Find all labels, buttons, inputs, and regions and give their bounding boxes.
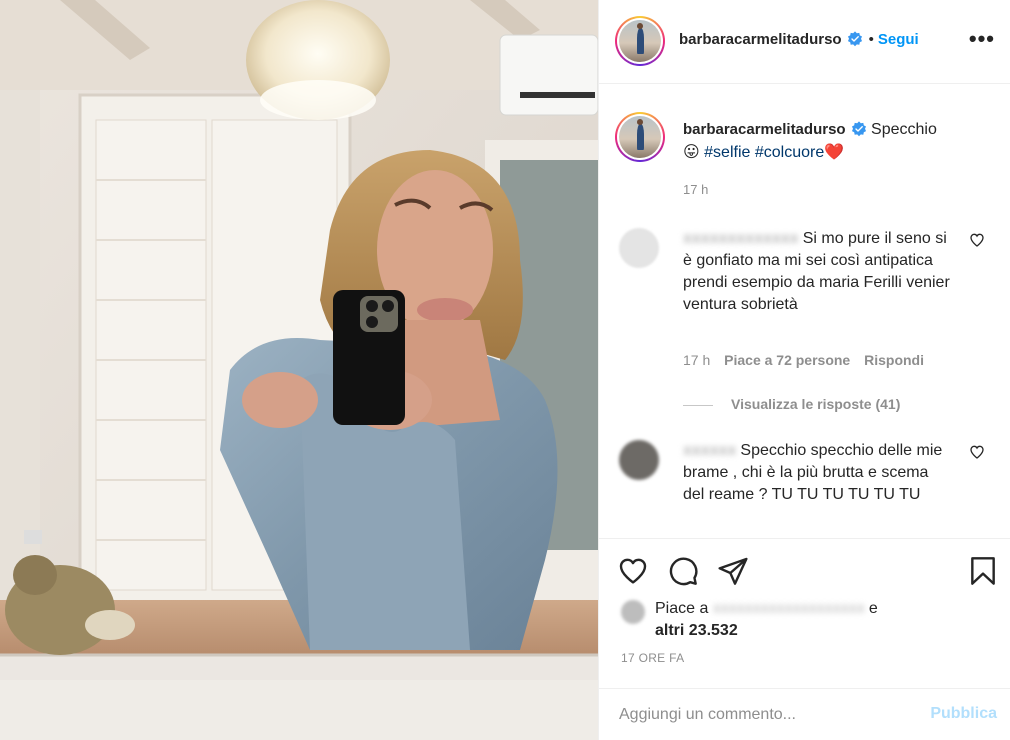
actions-divider bbox=[599, 538, 1010, 539]
likes-count[interactable]: altri 23.532 bbox=[655, 622, 738, 639]
post-photo bbox=[0, 0, 598, 740]
comment-text-block: xxxxxxxxxxxxx Si mo pure il seno si è gon… bbox=[683, 228, 953, 316]
view-replies-button[interactable]: Visualizza le risposte (41) bbox=[683, 396, 900, 412]
like-heart-icon[interactable] bbox=[617, 555, 649, 587]
liker-username[interactable]: xxxxxxxxxxxxxxxxxxx bbox=[713, 598, 865, 620]
caption-text: Specchio bbox=[871, 121, 937, 138]
likes-prefix: Piace a bbox=[655, 600, 709, 617]
mirror-selfie-image bbox=[0, 0, 598, 740]
comment-text-block: xxxxxx Specchio specchio delle mie brame … bbox=[683, 440, 953, 506]
comment-meta: 17 h Piace a 72 persone Rispondi bbox=[683, 352, 934, 368]
header-user-line: barbaracarmelitadurso • Segui bbox=[679, 31, 919, 49]
caption-text-block: barbaracarmelitadurso Specchio 😛 #selfie… bbox=[683, 118, 993, 201]
more-options-icon[interactable]: ••• bbox=[969, 28, 995, 50]
separator-dot: • bbox=[868, 31, 874, 48]
post-header: barbaracarmelitadurso • Segui ••• bbox=[599, 0, 1010, 84]
verified-badge-icon bbox=[847, 31, 862, 47]
reply-button[interactable]: Rispondi bbox=[864, 352, 924, 368]
comment-username[interactable]: xxxxxxxxxxxxx bbox=[683, 228, 799, 250]
author-avatar[interactable] bbox=[615, 16, 665, 66]
bookmark-icon[interactable] bbox=[967, 555, 999, 587]
caption-time: 17 h bbox=[683, 182, 709, 197]
caption-avatar[interactable] bbox=[615, 112, 665, 162]
likes-text: Piace a xxxxxxxxxxxxxxxxxxx e altri 23.53… bbox=[655, 598, 975, 642]
comment-input[interactable] bbox=[619, 703, 909, 727]
comment-avatar[interactable] bbox=[619, 228, 659, 268]
comment-icon[interactable] bbox=[667, 555, 699, 587]
comment-avatar[interactable] bbox=[619, 440, 659, 480]
post-details-panel: barbaracarmelitadurso • Segui ••• barbarac… bbox=[598, 0, 1010, 740]
caption-emoji: 😛 bbox=[683, 144, 700, 161]
publish-button[interactable]: Pubblica bbox=[930, 705, 997, 723]
comment-username[interactable]: xxxxxx bbox=[683, 440, 736, 462]
caption-heart-emoji: ❤️ bbox=[824, 144, 845, 161]
header-username[interactable]: barbaracarmelitadurso bbox=[679, 31, 842, 48]
comment-time: 17 h bbox=[683, 352, 711, 368]
follow-button[interactable]: Segui bbox=[878, 31, 919, 48]
share-icon[interactable] bbox=[717, 555, 749, 587]
heart-outline-icon[interactable] bbox=[969, 232, 985, 248]
post-date[interactable]: 17 ORE FA bbox=[621, 651, 684, 665]
likes-suffix: e bbox=[868, 600, 878, 617]
liker-avatar[interactable] bbox=[621, 600, 645, 624]
comment-likes[interactable]: Piace a 72 persone bbox=[724, 352, 850, 368]
caption-username[interactable]: barbaracarmelitadurso bbox=[683, 121, 846, 138]
verified-badge-icon bbox=[851, 121, 866, 137]
heart-outline-icon[interactable] bbox=[969, 444, 985, 460]
hashtag-colcuore[interactable]: #colcuore bbox=[755, 144, 824, 161]
hashtag-selfie[interactable]: #selfie bbox=[704, 144, 750, 161]
add-comment-bar: Pubblica bbox=[599, 688, 1010, 740]
